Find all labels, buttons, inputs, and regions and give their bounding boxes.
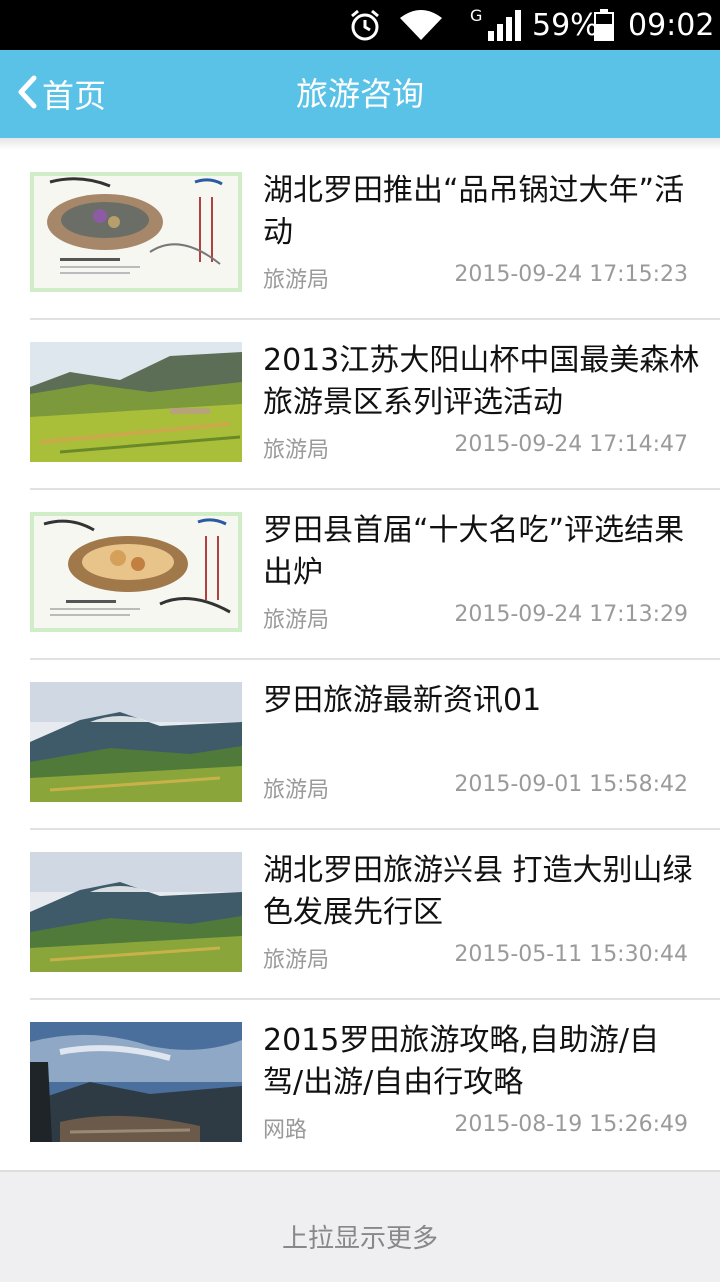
article-title: 湖北罗田旅游兴县 打造大别山绿色发展先行区 bbox=[263, 853, 693, 930]
article-date: 2015-09-24 17:15:23 bbox=[454, 262, 688, 287]
valley-landscape-thumbnail bbox=[30, 342, 242, 462]
battery-level: 59% bbox=[532, 7, 599, 43]
load-more-label: 上拉显示更多 bbox=[281, 1224, 438, 1254]
article-title: 湖北罗田推出“品吊锅过大年”活动 bbox=[263, 173, 685, 250]
article-source: 旅游局 bbox=[263, 268, 330, 293]
article-source: 旅游局 bbox=[263, 778, 330, 803]
alarm-icon bbox=[348, 0, 382, 50]
article-date: 2015-05-11 15:30:44 bbox=[454, 942, 688, 967]
cliff-landscape-thumbnail bbox=[30, 1022, 242, 1142]
status-bar: G 59% 09:02 bbox=[0, 0, 720, 50]
article-date: 2015-08-19 15:26:49 bbox=[454, 1112, 688, 1137]
article-title: 罗田旅游最新资讯01 bbox=[263, 683, 542, 718]
article-date: 2015-09-24 17:13:29 bbox=[454, 602, 688, 627]
list-item[interactable]: 罗田旅游最新资讯01 旅游局 2015-09-01 15:58:42 bbox=[0, 660, 720, 830]
chevron-left-icon bbox=[16, 75, 38, 113]
header-shadow bbox=[0, 138, 720, 150]
article-source: 网路 bbox=[263, 1118, 308, 1143]
signal-label: G bbox=[470, 5, 483, 25]
article-title: 罗田县首届“十大名吃”评选结果出炉 bbox=[263, 513, 685, 590]
food-poster-thumbnail bbox=[30, 512, 242, 632]
load-more-footer[interactable]: 上拉显示更多 bbox=[0, 1170, 720, 1282]
news-list: 湖北罗田推出“品吊锅过大年”活动 旅游局 2015-09-24 17:15:23… bbox=[0, 150, 720, 1170]
article-title: 2013江苏大阳山杯中国最美森林旅游景区系列评选活动 bbox=[263, 343, 700, 420]
list-item[interactable]: 湖北罗田旅游兴县 打造大别山绿色发展先行区 旅游局 2015-05-11 15:… bbox=[0, 830, 720, 1000]
list-item[interactable]: 湖北罗田推出“品吊锅过大年”活动 旅游局 2015-09-24 17:15:23 bbox=[0, 150, 720, 320]
article-source: 旅游局 bbox=[263, 948, 330, 973]
article-date: 2015-09-24 17:14:47 bbox=[454, 432, 688, 457]
page-title: 旅游咨询 bbox=[295, 75, 424, 113]
list-item[interactable]: 罗田县首届“十大名吃”评选结果出炉 旅游局 2015-09-24 17:13:2… bbox=[0, 490, 720, 660]
list-item[interactable]: 2013江苏大阳山杯中国最美森林旅游景区系列评选活动 旅游局 2015-09-2… bbox=[0, 320, 720, 490]
article-date: 2015-09-01 15:58:42 bbox=[454, 772, 688, 797]
app-bar: 首页 旅游咨询 bbox=[0, 50, 720, 138]
article-source: 旅游局 bbox=[263, 438, 330, 463]
list-item[interactable]: 2015罗田旅游攻略,自助游/自 驾/出游/自由行攻略 网路 2015-08-1… bbox=[0, 1000, 720, 1170]
mountain-landscape-thumbnail bbox=[30, 852, 242, 972]
article-source: 旅游局 bbox=[263, 608, 330, 633]
back-button[interactable]: 首页 bbox=[16, 50, 106, 138]
clock: 09:02 bbox=[628, 7, 715, 43]
food-poster-thumbnail bbox=[30, 172, 242, 292]
mountain-landscape-thumbnail bbox=[30, 682, 242, 802]
wifi-icon bbox=[398, 0, 444, 50]
back-label: 首页 bbox=[42, 77, 107, 115]
battery-icon bbox=[594, 0, 614, 50]
article-title: 2015罗田旅游攻略,自助游/自 驾/出游/自由行攻略 bbox=[263, 1023, 659, 1100]
signal-icon bbox=[486, 0, 522, 50]
